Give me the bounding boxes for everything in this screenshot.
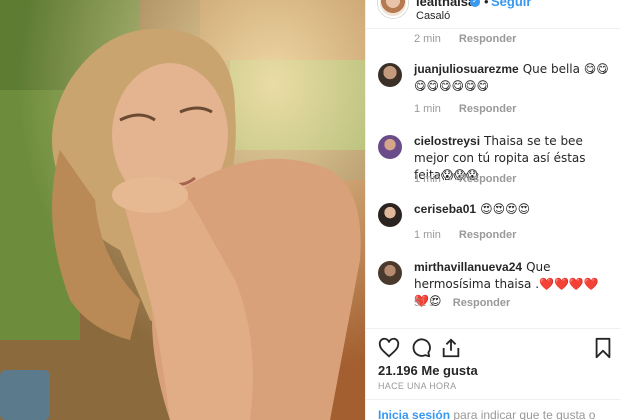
comment-time: 2 min <box>414 33 441 45</box>
likes-count[interactable]: 21.196 Me gusta <box>378 363 478 378</box>
reply-button[interactable]: Responder <box>453 297 510 309</box>
commenter-avatar[interactable] <box>378 203 402 227</box>
post-actions: 21.196 Me gusta HACE UNA HORA Inicia ses… <box>366 328 620 420</box>
reply-button[interactable]: Responder <box>459 173 516 185</box>
comment-meta: 1 min Responder <box>414 229 516 241</box>
login-prompt-text: para indicar que te gusta o <box>450 408 596 420</box>
post-photo[interactable] <box>0 0 365 420</box>
comment-meta: 51 s Responder <box>414 297 510 309</box>
comment-meta: 1 min Responder <box>414 173 516 185</box>
photo-illustration <box>0 0 365 420</box>
commenter-username[interactable]: juanjuliosuarezme <box>414 62 519 76</box>
post-header: lealthaisa ✓ • Seguir Casaló ••• <box>366 0 620 28</box>
comment-item: juanjuliosuarezme Que bella 😋😋😋😋😋😋😋😋 <box>378 61 613 95</box>
commenter-username[interactable]: ceriseba01 <box>414 202 476 216</box>
verified-icon: ✓ <box>470 0 480 7</box>
commenter-avatar[interactable] <box>378 135 402 159</box>
commenter-username[interactable]: cielostreysi <box>414 134 480 148</box>
reply-button[interactable]: Responder <box>459 103 516 115</box>
comment-time: 51 s <box>414 297 435 309</box>
comment-item: ceriseba01 😍😍😍😍 <box>378 201 613 227</box>
share-icon[interactable] <box>440 337 462 359</box>
login-link[interactable]: Inicia sesión <box>378 408 450 420</box>
comment-meta: 1 min Responder <box>414 103 516 115</box>
author-username[interactable]: lealthaisa <box>416 0 475 9</box>
post-timestamp: HACE UNA HORA <box>378 381 457 391</box>
location-link[interactable]: Casaló <box>416 10 450 22</box>
save-bookmark-icon[interactable] <box>592 337 614 359</box>
like-heart-icon[interactable] <box>378 337 400 359</box>
reply-button[interactable]: Responder <box>459 33 516 45</box>
author-avatar[interactable] <box>378 0 408 18</box>
comment-time: 1 min <box>414 229 441 241</box>
comment-bubble-icon[interactable] <box>410 337 432 359</box>
separator-dot: • <box>484 0 489 9</box>
follow-button[interactable]: Seguir <box>491 0 531 9</box>
more-options-icon[interactable]: ••• <box>589 0 609 6</box>
reply-button[interactable]: Responder <box>459 229 516 241</box>
comments-list: 2 min Responder juanjuliosuarezme Que bell… <box>366 28 620 328</box>
commenter-avatar[interactable] <box>378 63 402 87</box>
comment-time: 1 min <box>414 103 441 115</box>
commenter-username[interactable]: mirthavillanueva24 <box>414 260 522 274</box>
comment-text: 😍😍😍😍 <box>480 202 531 216</box>
comment-meta: 2 min Responder <box>414 33 516 45</box>
commenter-avatar[interactable] <box>378 261 402 285</box>
comment-time: 1 min <box>414 173 441 185</box>
login-prompt: Inicia sesión para indicar que te gusta … <box>366 399 620 420</box>
post-sidebar: lealthaisa ✓ • Seguir Casaló ••• 2 min Re… <box>365 0 620 420</box>
